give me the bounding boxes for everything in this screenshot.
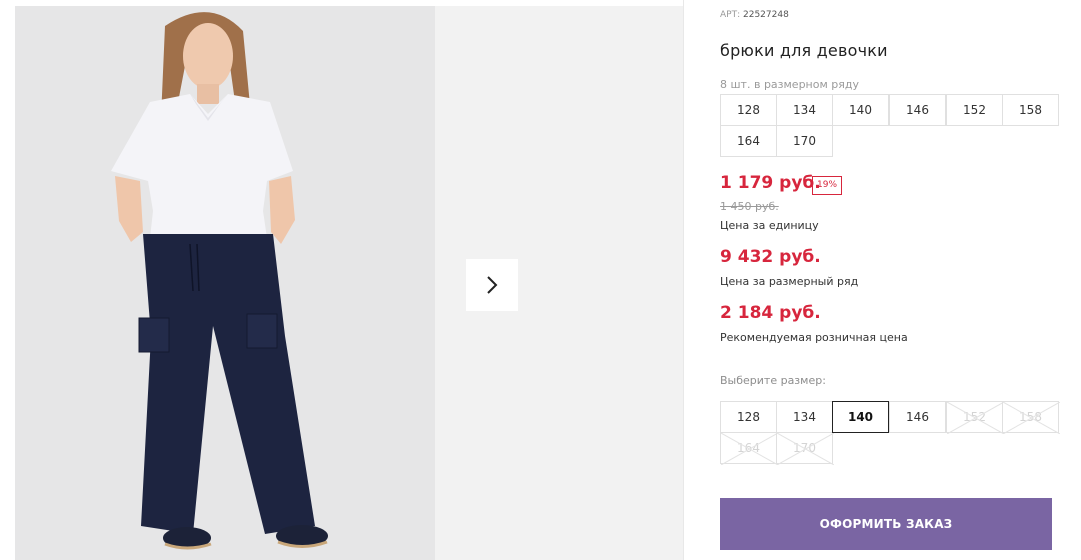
size-option-128[interactable]: 128 — [720, 401, 777, 433]
chevron-right-icon — [487, 276, 498, 294]
pack-price: 9 432 руб. — [720, 247, 821, 267]
panel-divider — [683, 0, 684, 560]
pack-size-cell: 170 — [776, 125, 833, 157]
discount-badge: 19% — [812, 176, 843, 195]
pack-price-label: Цена за размерный ряд — [720, 275, 859, 288]
size-option-152: 152 — [946, 401, 1004, 434]
unit-price-label: Цена за единицу — [720, 219, 819, 232]
old-price: 1 450 руб. — [720, 200, 779, 213]
size-option-label: 146 — [906, 410, 929, 424]
product-photo[interactable] — [15, 6, 435, 560]
size-option-label: 128 — [737, 410, 760, 424]
pack-size-cell: 128 — [720, 94, 777, 126]
product-gallery — [15, 6, 683, 560]
pack-size-cell: 164 — [720, 125, 777, 157]
pack-size-label: 8 шт. в размерном ряду — [720, 78, 859, 91]
size-option-164: 164 — [720, 432, 778, 465]
pack-size-cell: 158 — [1002, 94, 1059, 126]
size-option-140[interactable]: 140 — [832, 401, 889, 433]
unavailable-cross-icon — [777, 433, 834, 465]
retail-price: 2 184 руб. — [720, 303, 821, 323]
size-option-134[interactable]: 134 — [776, 401, 833, 433]
pack-size-cell: 146 — [889, 94, 946, 126]
unavailable-cross-icon — [1003, 402, 1060, 434]
next-image-button[interactable] — [466, 259, 518, 311]
girl-in-cargo-pants-image — [15, 6, 435, 560]
unavailable-cross-icon — [947, 402, 1004, 434]
pack-size-cell: 140 — [832, 94, 889, 126]
size-option-label: 140 — [847, 410, 874, 424]
article-number: АРТ: 22527248 — [720, 10, 789, 20]
size-option-170: 170 — [776, 432, 834, 465]
pack-size-cell: 134 — [776, 94, 833, 126]
size-option-label: 134 — [793, 410, 816, 424]
size-option-158: 158 — [1002, 401, 1060, 434]
pack-size-cell: 152 — [946, 94, 1003, 126]
place-order-button[interactable]: ОФОРМИТЬ ЗАКАЗ — [720, 498, 1052, 550]
article-value: 22527248 — [743, 10, 789, 20]
unit-price: 1 179 руб. — [720, 173, 821, 193]
retail-price-label: Рекомендуемая розничная цена — [720, 331, 908, 344]
size-option-146[interactable]: 146 — [889, 401, 946, 433]
unavailable-cross-icon — [721, 433, 778, 465]
article-label: АРТ: — [720, 10, 741, 20]
product-title: брюки для девочки — [720, 41, 888, 60]
choose-size-label: Выберите размер: — [720, 374, 826, 387]
